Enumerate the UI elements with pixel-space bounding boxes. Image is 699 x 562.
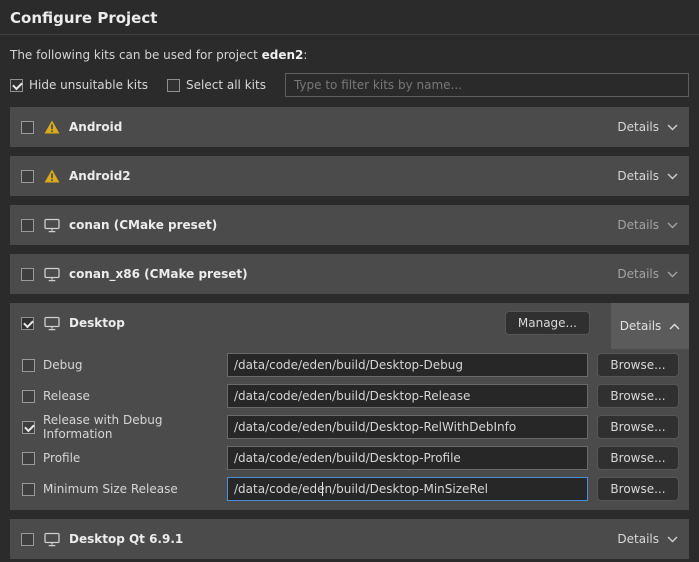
kit-row-android2[interactable]: Android2 Details — [10, 156, 689, 196]
browse-button[interactable]: Browse... — [597, 477, 679, 501]
monitor-icon — [44, 532, 60, 547]
kit-checkbox[interactable] — [21, 121, 34, 134]
config-label: Release — [43, 389, 227, 403]
filter-controls: Hide unsuitable kits Select all kits — [10, 73, 689, 97]
intro-text: The following kits can be used for proje… — [10, 48, 689, 62]
kit-name: conan_x86 (CMake preset) — [69, 267, 248, 281]
kit-checkbox[interactable] — [21, 268, 34, 281]
chevron-down-icon — [667, 536, 678, 543]
kit-checkbox[interactable] — [21, 219, 34, 232]
text-caret — [322, 482, 323, 496]
config-checkbox[interactable] — [22, 483, 35, 496]
config-label: Release with Debug Information — [43, 413, 227, 441]
kit-name: Android2 — [69, 169, 131, 183]
config-checkbox[interactable] — [22, 452, 35, 465]
build-config-row-release: Release Browse... — [22, 383, 679, 409]
kit-row-conan[interactable]: conan (CMake preset) Details — [10, 205, 689, 245]
build-config-row-relwithdebinfo: Release with Debug Information Browse... — [22, 414, 679, 440]
build-dir-input[interactable] — [227, 353, 588, 377]
details-toggle[interactable]: Details — [617, 120, 678, 134]
warning-icon — [44, 169, 60, 183]
details-label: Details — [617, 169, 659, 183]
select-all-checkbox[interactable] — [167, 79, 180, 92]
kit-name: Android — [69, 120, 122, 134]
warning-icon — [44, 120, 60, 134]
kit-section-desktop: Desktop Manage... Details Debug Browse..… — [10, 303, 689, 510]
hide-unsuitable-checkbox[interactable] — [10, 79, 23, 92]
configure-project-page: Configure Project The following kits can… — [0, 0, 699, 562]
details-label: Details — [617, 218, 659, 232]
intro-prefix: The following kits can be used for proje… — [10, 48, 258, 62]
monitor-icon — [44, 267, 60, 282]
kit-name: conan (CMake preset) — [69, 218, 217, 232]
details-label: Details — [617, 532, 659, 546]
build-config-row-profile: Profile Browse... — [22, 445, 679, 471]
kit-checkbox[interactable] — [21, 317, 34, 330]
config-checkbox[interactable] — [22, 359, 35, 372]
details-toggle[interactable]: Details — [617, 532, 678, 546]
details-toggle[interactable]: Details — [617, 267, 678, 281]
chevron-down-icon — [667, 271, 678, 278]
project-name: eden2 — [262, 48, 304, 62]
browse-button[interactable]: Browse... — [597, 384, 679, 408]
kit-checkbox[interactable] — [21, 533, 34, 546]
select-all-kits-option[interactable]: Select all kits — [167, 78, 266, 92]
details-toggle[interactable]: Details — [611, 303, 689, 349]
kit-filter-input[interactable] — [285, 73, 689, 97]
build-dir-field-wrap — [227, 353, 588, 377]
kit-name: Desktop Qt 6.9.1 — [69, 532, 183, 546]
build-dir-field-wrap — [227, 415, 588, 439]
browse-button[interactable]: Browse... — [597, 353, 679, 377]
chevron-down-icon — [667, 222, 678, 229]
build-dir-input[interactable] — [227, 384, 588, 408]
build-dir-input[interactable] — [227, 415, 588, 439]
kit-name: Desktop — [69, 316, 125, 330]
manage-kits-button[interactable]: Manage... — [505, 311, 590, 335]
details-label: Details — [617, 120, 659, 134]
details-toggle[interactable]: Details — [617, 169, 678, 183]
build-dir-field-wrap — [227, 477, 588, 501]
config-label: Debug — [43, 358, 227, 372]
details-toggle[interactable]: Details — [617, 218, 678, 232]
kit-row-android[interactable]: Android Details — [10, 107, 689, 147]
config-checkbox[interactable] — [22, 421, 35, 434]
config-label: Profile — [43, 451, 227, 465]
chevron-down-icon — [667, 124, 678, 131]
details-label: Details — [620, 319, 662, 333]
hide-unsuitable-kits-option[interactable]: Hide unsuitable kits — [10, 78, 148, 92]
monitor-icon — [44, 218, 60, 233]
select-all-label: Select all kits — [186, 78, 266, 92]
kit-row-desktop-qt-691[interactable]: Desktop Qt 6.9.1 Details — [10, 519, 689, 559]
build-dir-input[interactable] — [227, 446, 588, 470]
build-config-row-debug: Debug Browse... — [22, 352, 679, 378]
kit-list: Android Details Android2 Details c — [0, 107, 699, 562]
config-label: Minimum Size Release — [43, 482, 227, 496]
kit-row-desktop[interactable]: Desktop Manage... Details — [10, 303, 689, 343]
page-title: Configure Project — [0, 0, 699, 35]
kit-row-conan-x86[interactable]: conan_x86 (CMake preset) Details — [10, 254, 689, 294]
browse-button[interactable]: Browse... — [597, 415, 679, 439]
build-dir-input-focused[interactable] — [227, 477, 588, 501]
chevron-down-icon — [667, 173, 678, 180]
build-dir-field-wrap — [227, 446, 588, 470]
build-config-row-minsizerel: Minimum Size Release Browse... — [22, 476, 679, 502]
config-checkbox[interactable] — [22, 390, 35, 403]
browse-button[interactable]: Browse... — [597, 446, 679, 470]
monitor-icon — [44, 316, 60, 331]
chevron-up-icon — [669, 323, 680, 330]
kit-checkbox[interactable] — [21, 170, 34, 183]
intro-suffix: : — [303, 48, 307, 62]
build-dir-field-wrap — [227, 384, 588, 408]
hide-unsuitable-label: Hide unsuitable kits — [29, 78, 148, 92]
details-label: Details — [617, 267, 659, 281]
